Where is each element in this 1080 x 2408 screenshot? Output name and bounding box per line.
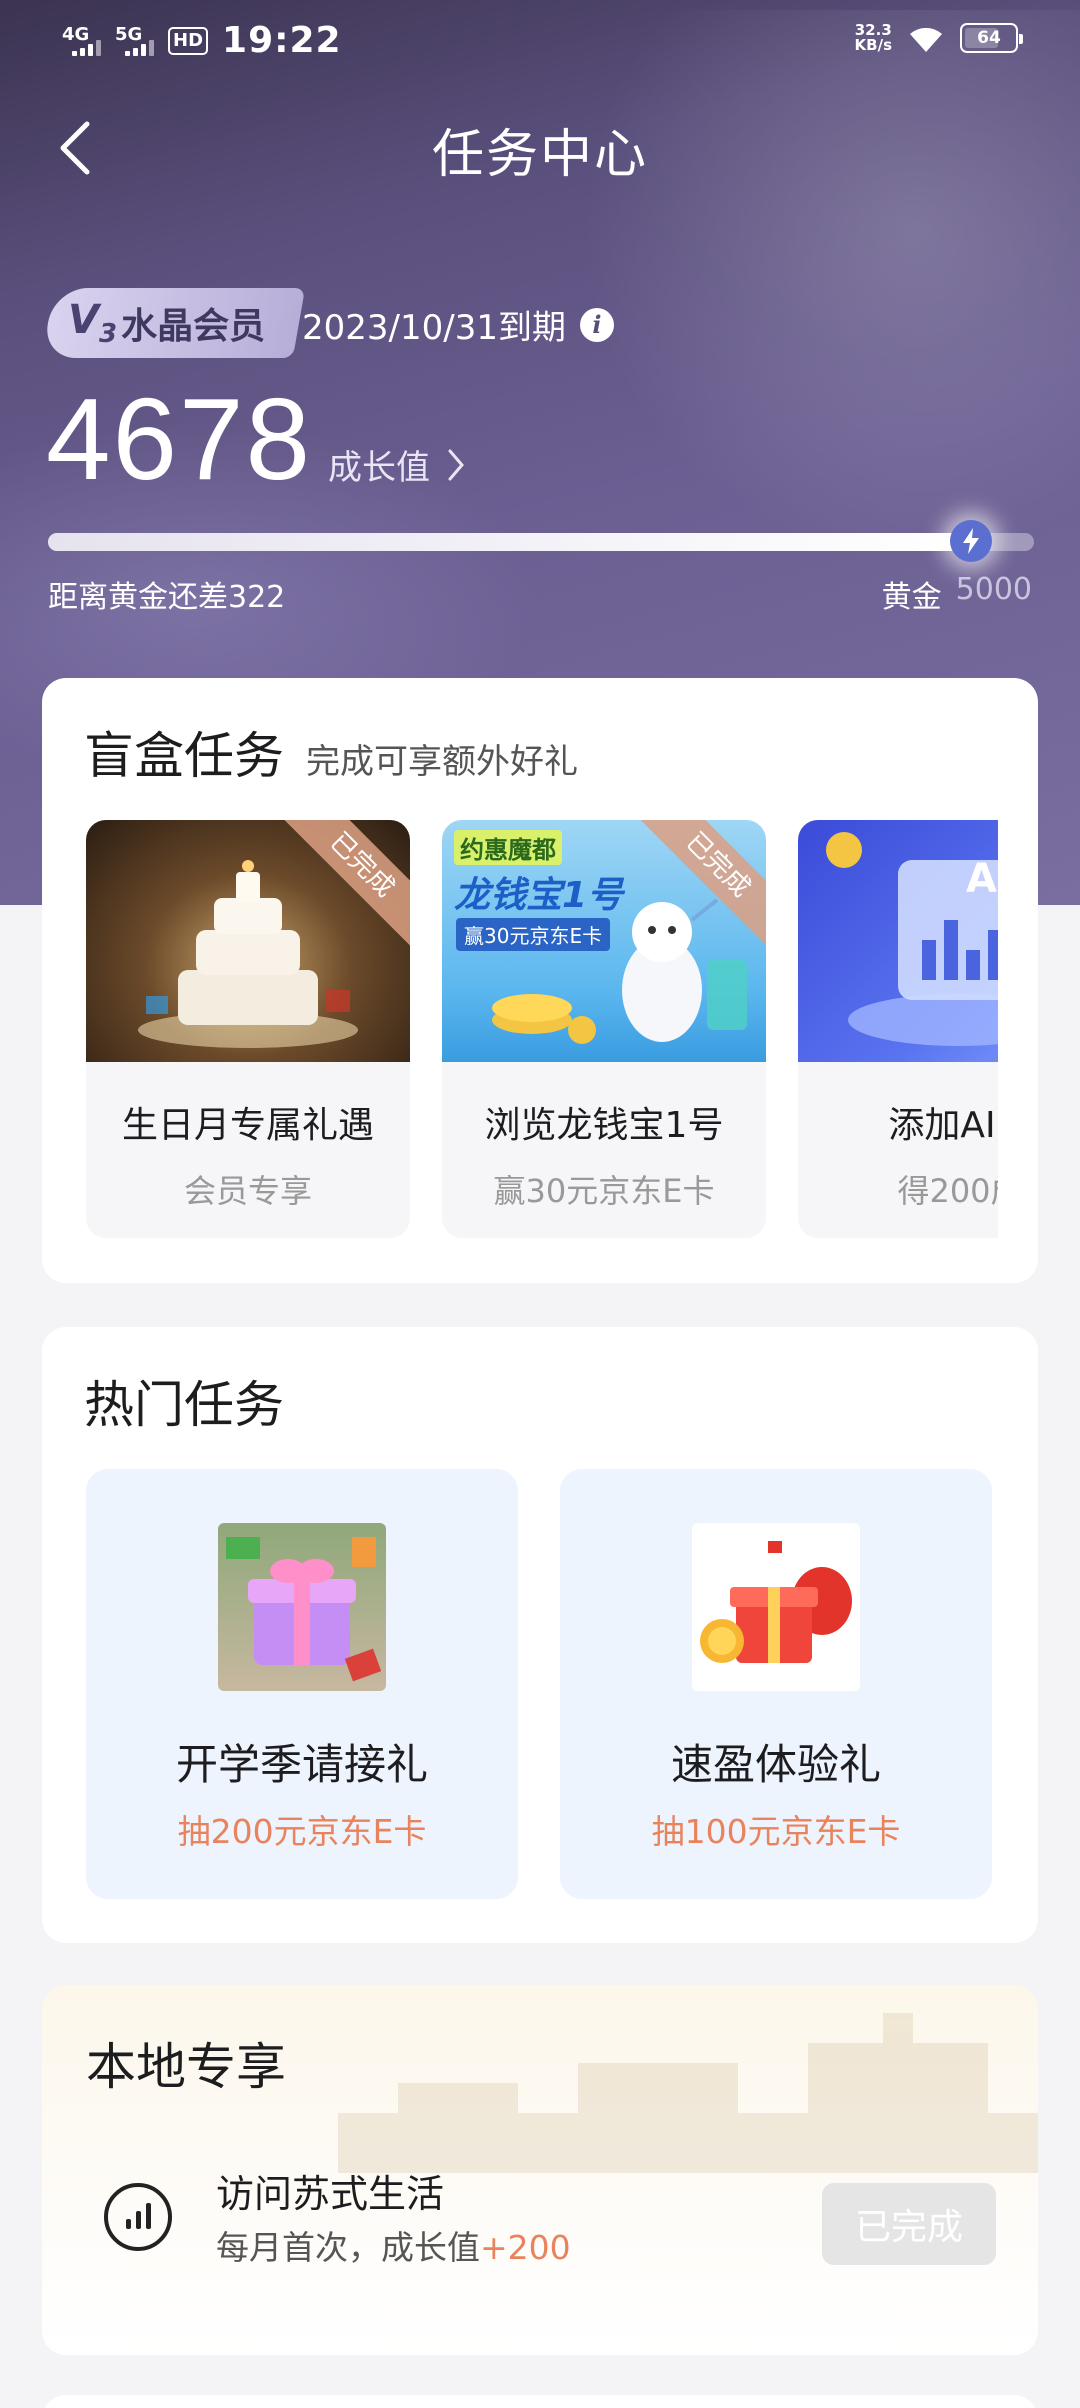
gift-box-image: [218, 1523, 386, 1691]
red-envelope-gift-image: [692, 1523, 860, 1691]
ai-chart-image: AI: [798, 820, 998, 1062]
growth-progress-bar: [48, 533, 1034, 551]
hot-task-name: 开学季请接礼: [175, 1740, 428, 1789]
member-level-badge[interactable]: V3 水晶会员: [41, 288, 306, 358]
birthday-cake-image: 已完成: [86, 820, 410, 1062]
dragon-treasure-image: 约惠魔都 龙钱宝1号 赢30元京东E卡 已完成: [442, 820, 766, 1062]
network-speed: 32.3 KB/s: [854, 21, 892, 54]
next-card-peek: [42, 2395, 1038, 2408]
next-level-target: 黄金 5000: [881, 572, 1032, 615]
section-title: 本地专享: [86, 2038, 286, 2096]
battery-icon: 64: [960, 23, 1023, 53]
hot-task-prize: 抽200元京东E卡: [177, 1812, 427, 1851]
local-task-name: 访问苏式生活: [216, 2172, 445, 2216]
blind-box-item-name: 生日月专属礼遇: [121, 1105, 374, 1146]
growth-progress-fill: [48, 533, 971, 551]
sim1-signal: 4G: [62, 25, 101, 56]
member-expire: 2023/10/31到期 i: [302, 300, 614, 349]
growth-value: 4678: [46, 374, 313, 504]
completed-button[interactable]: 已完成: [822, 2183, 996, 2265]
wifi-icon: [910, 27, 942, 52]
blind-box-item-desc: 得200成: [897, 1172, 998, 1210]
signal-bars-icon: [125, 39, 154, 56]
remaining-to-next-level: 距离黄金还差322: [48, 580, 286, 615]
local-exclusive-card: 本地专享 访问苏式生活 每月首次，成长值+200 已完成: [42, 1985, 1038, 2355]
blind-box-item[interactable]: 已完成 生日月专属礼遇 会员专享: [86, 820, 410, 1238]
hot-task-name: 速盈体验礼: [670, 1740, 881, 1789]
local-task-desc: 每月首次，成长值+200: [216, 2228, 571, 2267]
growth-value-link[interactable]: 成长值: [328, 440, 466, 489]
blind-box-item-name: 添加AI门: [888, 1105, 998, 1146]
section-title: 热门任务: [84, 1376, 284, 1434]
page-title: 任务中心: [431, 125, 648, 185]
info-icon[interactable]: i: [579, 307, 614, 342]
status-bar: 4G 5G HD 19:22 32.3 KB/s 64: [0, 0, 1080, 84]
chevron-right-icon: [448, 449, 464, 480]
sim2-signal: 5G: [115, 25, 154, 56]
blind-box-card: 盲盒任务 完成可享额外好礼 已完成 生日月专属礼遇 会员专享 约惠魔都 龙钱宝1…: [42, 678, 1038, 1283]
blind-box-item[interactable]: 约惠魔都 龙钱宝1号 赢30元京东E卡 已完成 浏览龙钱宝1号 赢30元京东E卡: [442, 820, 766, 1238]
level-v-icon: V3: [68, 297, 118, 349]
hot-task-item[interactable]: 开学季请接礼 抽200元京东E卡: [86, 1469, 518, 1899]
bar-chart-icon: [104, 2183, 172, 2251]
lightning-icon: [949, 520, 992, 562]
blind-box-item-desc: 赢30元京东E卡: [493, 1172, 715, 1210]
blind-box-item-name: 浏览龙钱宝1号: [484, 1105, 724, 1146]
hot-task-prize: 抽100元京东E卡: [651, 1812, 901, 1851]
section-title: 盲盒任务: [84, 727, 284, 785]
blind-box-scroller[interactable]: 已完成 生日月专属礼遇 会员专享 约惠魔都 龙钱宝1号 赢30元京东E卡 已完成…: [86, 820, 998, 1250]
hd-voice-icon: HD: [168, 26, 209, 55]
hot-task-item[interactable]: 速盈体验礼 抽100元京东E卡: [560, 1469, 992, 1899]
city-skyline-decoration: [338, 2013, 1038, 2173]
blind-box-item[interactable]: AI 添加AI门 得200成: [798, 820, 998, 1238]
status-time: 19:22: [222, 20, 342, 61]
hot-tasks-card: 热门任务 开学季请接礼 抽200元京东E卡 速盈体验礼 抽100元京东E卡: [42, 1327, 1038, 1943]
section-subtitle: 完成可享额外好礼: [306, 742, 578, 782]
blind-box-item-desc: 会员专享: [183, 1172, 312, 1210]
signal-bars-icon: [72, 39, 101, 56]
